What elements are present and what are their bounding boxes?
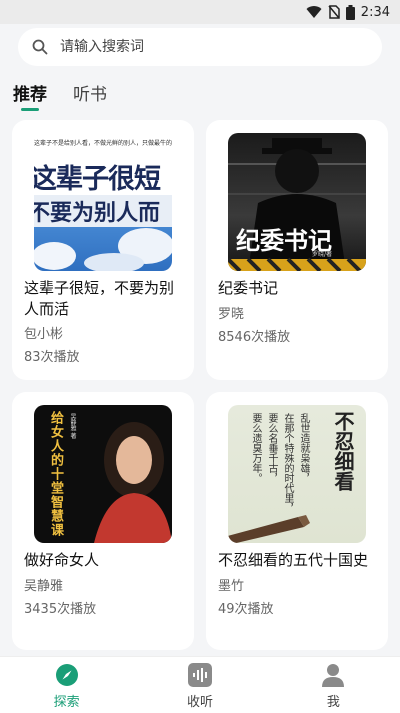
- book-cover: 给女人的十堂智慧课 吴静雅 著: [34, 405, 172, 543]
- tab-recommend[interactable]: 推荐: [13, 80, 47, 114]
- search-bar[interactable]: [18, 28, 382, 66]
- book-title: 纪委书记: [218, 279, 279, 297]
- play-count: 83次播放: [24, 350, 80, 365]
- tab-bar: 推荐 听书: [13, 80, 107, 114]
- book-cover: 这辈子不是给别人看，不做光鲜的别人，只做最牛的 这辈子很短 不要为别人而: [34, 133, 172, 271]
- search-input[interactable]: [58, 38, 342, 56]
- play-count: 8546次播放: [218, 330, 291, 345]
- no-sim-icon: [328, 5, 340, 19]
- book-cover: 纪委书记 罗晓/著: [228, 133, 366, 271]
- book-card[interactable]: 这辈子不是给别人看，不做光鲜的别人，只做最牛的 这辈子很短 不要为别人而 这辈子…: [12, 120, 194, 380]
- cover-title: 给女人的十堂智慧课: [48, 411, 63, 537]
- plank-illustration: [228, 515, 310, 543]
- cover-line-1: 这辈子很短: [34, 164, 161, 195]
- book-author: 墨竹: [218, 579, 245, 594]
- nav-explore[interactable]: 探索: [0, 657, 133, 713]
- book-card[interactable]: 给女人的十堂智慧课 吴静雅 著 做好命女人 吴静雅 3435次播放: [12, 392, 194, 650]
- book-author: 罗晓: [218, 307, 245, 322]
- cover-author: 罗晓/著: [312, 251, 333, 258]
- play-count: 49次播放: [218, 602, 274, 617]
- nav-label: 我: [326, 695, 340, 710]
- wifi-icon: [306, 6, 322, 19]
- nav-listen[interactable]: 收听: [133, 657, 266, 713]
- audio-wave-icon: [187, 663, 212, 687]
- book-card[interactable]: 不忍细看 乱世造就枭雄， 在那个特殊的时代里， 要么名垂千古， 要么遗臭万年。 …: [206, 392, 388, 650]
- cover-top-line: 这辈子不是给别人看，不做光鲜的别人，只做最牛的: [34, 140, 172, 147]
- cover-title: 不忍细看: [331, 411, 355, 491]
- book-card[interactable]: 纪委书记 罗晓/著 纪委书记 罗晓 8546次播放: [206, 120, 388, 380]
- book-author: 吴静雅: [24, 579, 64, 594]
- tab-audiobooks[interactable]: 听书: [73, 80, 107, 114]
- book-author: 包小彬: [24, 327, 64, 342]
- book-title: 这辈子很短，不要为别人而活: [24, 279, 175, 318]
- bottom-nav: 探索 收听 我: [0, 656, 400, 713]
- cover-author: 吴静雅 著: [69, 413, 76, 439]
- status-bar: 2:34: [0, 0, 400, 24]
- person-icon: [322, 664, 345, 687]
- battery-icon: [345, 4, 355, 20]
- play-count: 3435次播放: [24, 602, 97, 617]
- nav-me[interactable]: 我: [267, 657, 400, 713]
- nav-label: 收听: [186, 695, 213, 710]
- book-title: 不忍细看的五代十国史: [218, 551, 369, 569]
- book-cover: 不忍细看 乱世造就枭雄， 在那个特殊的时代里， 要么名垂千古， 要么遗臭万年。: [228, 405, 366, 543]
- compass-icon: [55, 664, 78, 686]
- search-icon: [32, 39, 48, 55]
- cloud-illustration: [34, 228, 172, 271]
- status-time: 2:34: [360, 4, 390, 20]
- book-title: 做好命女人: [24, 551, 100, 569]
- nav-label: 探索: [53, 695, 80, 710]
